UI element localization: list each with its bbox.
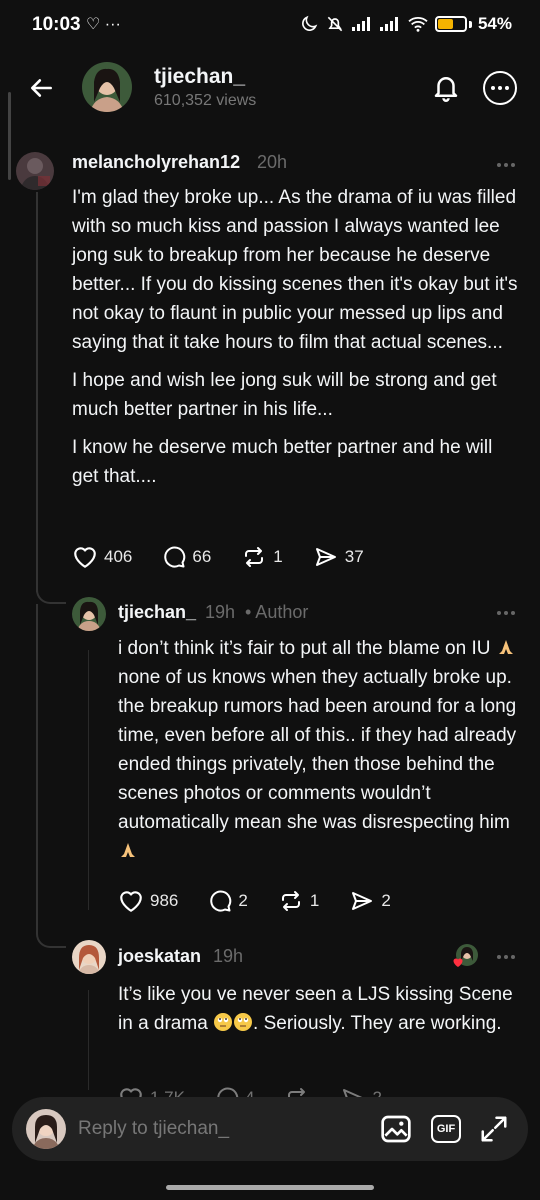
gif-button[interactable]: GIF <box>430 1113 462 1145</box>
share-count: 37 <box>344 547 364 566</box>
status-time: 10:03 <box>32 14 81 35</box>
repost-count: 1 <box>309 891 320 910</box>
avatar[interactable] <box>72 940 106 974</box>
user-avatar <box>26 1109 66 1149</box>
reply-button[interactable]: 66 <box>162 545 211 569</box>
image-button[interactable] <box>380 1113 412 1145</box>
folded-hands-emoji <box>498 640 513 654</box>
heart-icon <box>453 958 463 967</box>
repost-count: 1 <box>273 547 283 566</box>
expand-icon <box>481 1116 507 1142</box>
avatar[interactable] <box>16 152 54 190</box>
comment-actions: 406 66 1 37 <box>72 545 394 569</box>
signal-icon <box>351 17 370 31</box>
notifications-button[interactable] <box>426 67 466 107</box>
reply-count: 66 <box>192 547 212 566</box>
comment-more-button[interactable] <box>497 608 515 618</box>
battery-icon <box>434 16 467 32</box>
comment-bubble-icon <box>164 546 186 568</box>
like-button[interactable]: 986 <box>118 889 178 913</box>
repost-icon <box>245 547 264 567</box>
thread-connector <box>36 920 66 948</box>
thread-header: tjiechan_ 610,352 views <box>0 50 540 128</box>
comment-actions: 986 2 1 2 <box>118 889 421 913</box>
comment-time: 20h <box>257 152 288 172</box>
author-liked-badge <box>452 944 478 968</box>
comment-text: i don’t think it’s fair to put all the b… <box>118 638 491 659</box>
header-username[interactable]: tjiechan_ <box>154 65 245 89</box>
repost-button[interactable]: 1 <box>278 889 319 913</box>
notification-icons: ♡ ··· <box>86 16 121 33</box>
scrollbar[interactable] <box>8 92 11 180</box>
thread-line <box>88 650 89 910</box>
reply-button[interactable]: 2 <box>208 889 248 913</box>
eye-roll-emoji <box>214 1013 233 1031</box>
avatar[interactable] <box>72 597 106 631</box>
like-count: 986 <box>150 891 179 910</box>
home-indicator[interactable] <box>166 1185 374 1190</box>
comment-text: . Seriously. They are working. <box>253 1013 502 1034</box>
eye-roll-emoji <box>234 1013 253 1031</box>
comment-body: I'm glad they broke up... As the drama o… <box>72 183 520 500</box>
author-badge: • Author <box>245 602 309 622</box>
comment-username[interactable]: melancholyrehan12 <box>72 152 240 173</box>
comment-bubble-icon <box>210 890 232 912</box>
folded-hands-emoji <box>121 843 135 857</box>
heart-icon <box>74 547 96 568</box>
comment-text: none of us knows when they actually brok… <box>118 667 517 833</box>
reply-count: 2 <box>238 891 248 910</box>
thread-connector <box>36 580 66 604</box>
view-count: 610,352 views <box>154 92 257 109</box>
like-count: 406 <box>104 547 133 566</box>
reply-input[interactable]: Reply to tjiechan_ <box>78 1118 229 1140</box>
send-icon <box>315 548 336 566</box>
arrow-left-icon <box>30 79 52 97</box>
status-bar: 10:03 ♡ ··· 54% <box>0 0 540 50</box>
comment-paragraph: I hope and wish lee jong suk will be str… <box>72 370 497 420</box>
bell-icon <box>434 77 458 102</box>
comment-username[interactable]: joeskatan <box>118 946 201 967</box>
reply-composer[interactable]: Reply to tjiechan_ GIF <box>12 1097 528 1161</box>
share-button[interactable]: 2 <box>349 889 391 913</box>
more-options-button[interactable] <box>483 71 517 105</box>
share-count: 2 <box>381 891 391 910</box>
comment-body: It’s like you ve never seen a LJS kissin… <box>118 980 528 1038</box>
comment-more-button[interactable] <box>497 952 515 962</box>
battery-percent: 54% <box>477 14 512 33</box>
signal-icon-2 <box>379 17 398 31</box>
comment-paragraph: I'm glad they broke up... As the drama o… <box>72 187 518 353</box>
like-button[interactable]: 406 <box>72 545 132 569</box>
comment-body: i don’t think it’s fair to put all the b… <box>118 634 528 866</box>
comment-paragraph: I know he deserve much better partner an… <box>72 437 493 487</box>
send-icon <box>352 892 373 910</box>
gif-icon: GIF <box>431 1115 461 1143</box>
comment-time: 19h <box>213 946 244 966</box>
thread-line <box>36 604 38 924</box>
repost-icon <box>281 891 300 911</box>
comment-time: 19h <box>205 602 236 622</box>
comment-username[interactable]: tjiechan_ <box>118 602 196 623</box>
heart-icon <box>120 891 142 912</box>
wifi-icon <box>408 17 428 32</box>
repost-button[interactable]: 1 <box>241 545 283 569</box>
mute-bell-icon <box>327 16 343 32</box>
image-icon <box>381 1115 411 1143</box>
status-right-icons: 54% <box>299 14 512 34</box>
header-avatar[interactable] <box>82 62 132 112</box>
comment-more-button[interactable] <box>497 160 515 170</box>
share-button[interactable]: 37 <box>313 545 364 569</box>
back-button[interactable] <box>22 68 62 108</box>
thread-line <box>88 990 89 1090</box>
moon-icon <box>302 15 318 31</box>
expand-button[interactable] <box>478 1113 510 1145</box>
thread-line <box>36 192 38 592</box>
